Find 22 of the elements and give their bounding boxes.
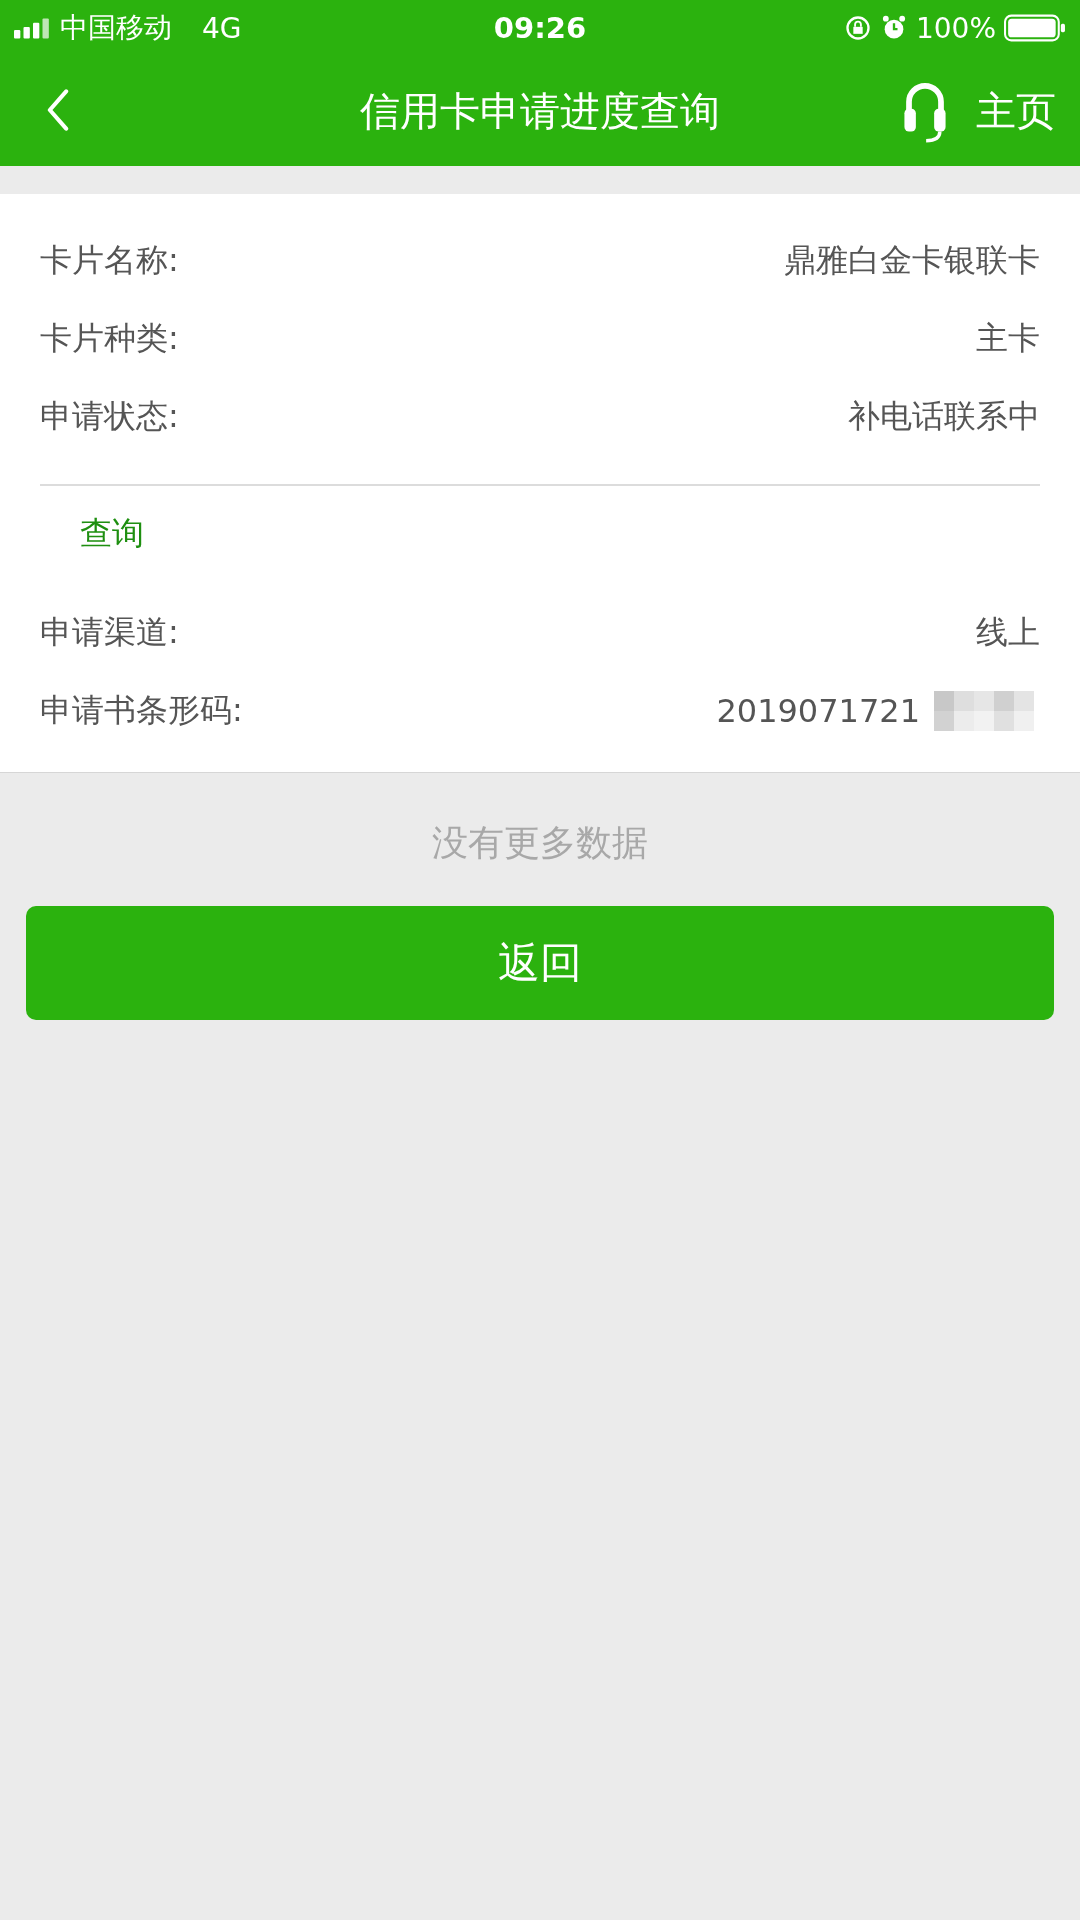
field-label: 申请书条形码:: [40, 690, 243, 731]
field-label: 申请状态:: [40, 396, 179, 437]
signal-icon: [14, 17, 52, 39]
no-more-data-text: 没有更多数据: [431, 821, 649, 865]
home-link[interactable]: 主页: [976, 83, 1056, 139]
back-button[interactable]: 返回: [26, 906, 1054, 1020]
battery-percent: 100%: [915, 11, 996, 45]
network-type: 4G: [202, 11, 242, 45]
field-value: 补电话联系中: [848, 396, 1040, 437]
field-value: 线上: [976, 612, 1040, 653]
field-label: 卡片名称:: [40, 240, 179, 281]
field-value: 鼎雅白金卡银联卡: [784, 240, 1040, 281]
battery-icon: [1004, 14, 1066, 42]
page-title: 信用卡申请进度查询: [360, 86, 720, 136]
field-label: 卡片种类:: [40, 318, 179, 359]
field-label: 申请渠道:: [40, 612, 179, 653]
rotation-lock-icon: [843, 14, 872, 42]
field-value: 主卡: [976, 318, 1040, 359]
query-link[interactable]: 查询: [80, 512, 144, 556]
carrier-name: 中国移动: [60, 10, 172, 46]
status-time: 09:26: [493, 11, 587, 45]
field-value: 2019071721: [716, 692, 920, 730]
